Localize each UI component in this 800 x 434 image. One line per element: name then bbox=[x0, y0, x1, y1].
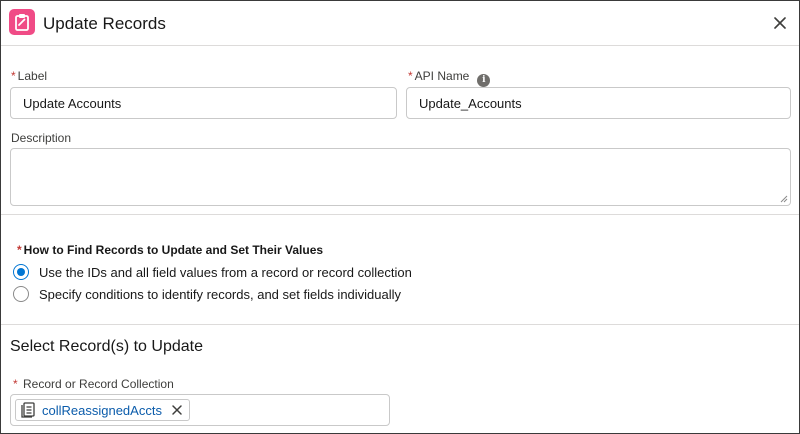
required-marker: * bbox=[13, 377, 18, 391]
select-records-heading: Select Record(s) to Update bbox=[10, 338, 203, 355]
radio-option-label: Specify conditions to identify records, … bbox=[39, 286, 402, 302]
description-field-label: Description bbox=[11, 131, 72, 145]
api-name-field-label: * API Name i bbox=[408, 69, 491, 87]
record-collection-icon bbox=[21, 402, 35, 418]
radio-button[interactable] bbox=[13, 286, 29, 302]
find-records-question: * How to Find Records to Update and Set T… bbox=[17, 243, 324, 257]
update-records-modal: Update Records * Label Update Accounts * A… bbox=[0, 0, 800, 434]
resize-handle-icon[interactable] bbox=[780, 195, 788, 203]
modal-header: Update Records bbox=[1, 1, 799, 46]
section-divider bbox=[1, 324, 799, 325]
description-textarea[interactable] bbox=[10, 148, 791, 206]
radio-option-specify-conditions[interactable]: Specify conditions to identify records, … bbox=[13, 286, 401, 302]
label-input[interactable]: Update Accounts bbox=[10, 87, 397, 119]
required-marker: * bbox=[408, 69, 413, 83]
radio-button[interactable] bbox=[13, 264, 29, 280]
info-icon[interactable]: i bbox=[477, 73, 491, 87]
remove-pill-icon[interactable] bbox=[170, 403, 184, 417]
required-marker: * bbox=[11, 69, 16, 83]
clipboard-icon bbox=[9, 9, 35, 35]
pill-label: collReassignedAccts bbox=[42, 402, 162, 418]
section-divider bbox=[1, 214, 799, 215]
radio-option-use-ids[interactable]: Use the IDs and all field values from a … bbox=[13, 264, 412, 280]
required-marker: * bbox=[17, 243, 22, 257]
record-collection-field-label: * Record or Record Collection bbox=[13, 377, 174, 391]
record-collection-pill[interactable]: collReassignedAccts bbox=[15, 399, 190, 421]
radio-option-label: Use the IDs and all field values from a … bbox=[39, 264, 412, 280]
record-collection-input[interactable]: collReassignedAccts bbox=[10, 394, 390, 426]
label-field-label: * Label bbox=[11, 69, 48, 83]
close-icon[interactable] bbox=[771, 14, 789, 32]
api-name-input[interactable]: Update_Accounts bbox=[406, 87, 791, 119]
modal-title: Update Records bbox=[43, 14, 166, 33]
